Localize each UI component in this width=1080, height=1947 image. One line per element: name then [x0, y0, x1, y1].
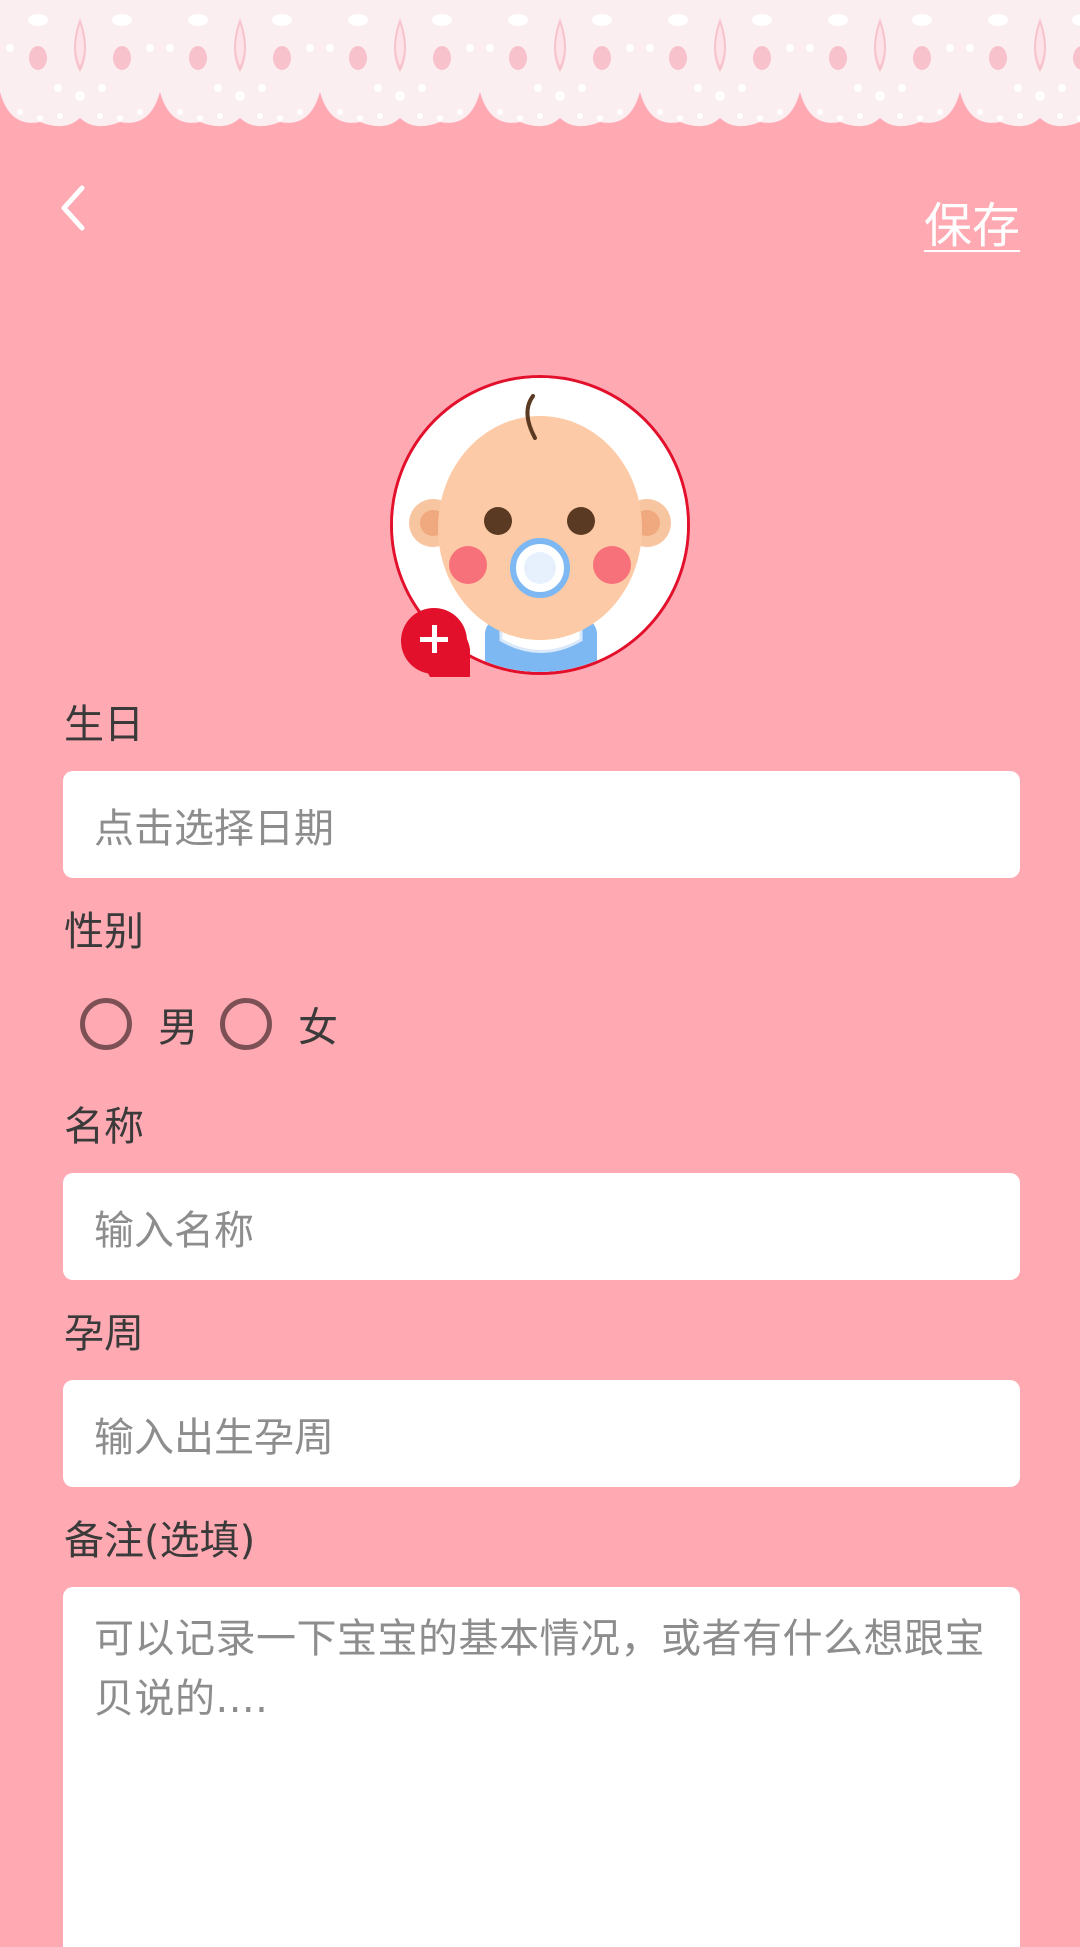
- birthday-placeholder: 点击选择日期: [94, 805, 334, 852]
- gender-radio-group: 男 女: [80, 995, 360, 1053]
- gestation-input[interactable]: 输入出生孕周: [63, 1380, 1020, 1487]
- notes-placeholder: 可以记录一下宝宝的基本情况，或者有什么想跟宝贝说的....: [94, 1616, 985, 1722]
- lace-header-decoration: [0, 0, 1080, 135]
- chevron-left-icon: [61, 185, 85, 231]
- add-photo-plus-icon[interactable]: [390, 597, 470, 677]
- radio-circle-icon: [80, 998, 132, 1050]
- name-label: 名称: [64, 1104, 144, 1150]
- name-placeholder: 输入名称: [94, 1207, 254, 1254]
- birthday-label: 生日: [64, 702, 144, 748]
- gestation-placeholder: 输入出生孕周: [94, 1414, 334, 1461]
- notes-label: 备注(选填): [64, 1518, 256, 1564]
- back-button[interactable]: [48, 178, 98, 238]
- birthday-date-picker[interactable]: 点击选择日期: [63, 771, 1020, 878]
- gender-option-male-label: 男: [158, 1005, 198, 1051]
- name-input[interactable]: 输入名称: [63, 1173, 1020, 1280]
- gender-option-female-label: 女: [298, 1005, 338, 1051]
- gender-option-male[interactable]: 男: [80, 995, 198, 1053]
- save-button[interactable]: 保存: [924, 196, 1020, 256]
- radio-circle-icon: [220, 998, 272, 1050]
- gender-option-female[interactable]: 女: [220, 995, 338, 1053]
- gender-label: 性别: [64, 909, 144, 955]
- notes-textarea[interactable]: 可以记录一下宝宝的基本情况，或者有什么想跟宝贝说的....: [63, 1587, 1020, 1947]
- avatar-picker[interactable]: [390, 375, 690, 677]
- gestation-label: 孕周: [64, 1311, 144, 1357]
